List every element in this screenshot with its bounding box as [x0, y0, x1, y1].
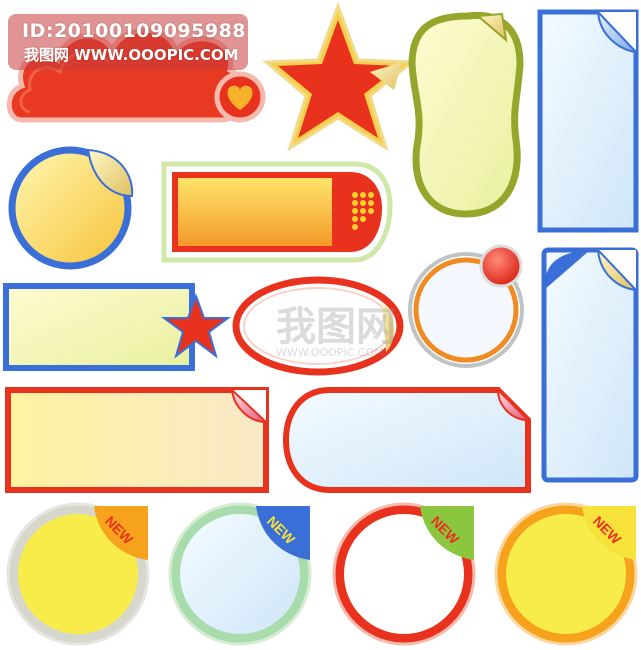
watermark-id-text: ID:20100109095988: [22, 20, 247, 42]
yellow-rect-red: [5, 387, 269, 493]
phone-rect-sticker: [161, 161, 393, 263]
ring-red-ball: [408, 244, 524, 368]
center-url-text: WWW.OOOPIC.COM: [276, 346, 384, 359]
center-watermark: 我图网 WWW.OOOPIC.COM: [276, 304, 396, 359]
star-sticker: [262, 1, 417, 152]
center-logo-text: 我图网: [276, 304, 396, 350]
yellow-circle-blue: [8, 146, 134, 270]
new-circle-yellow: NEW: [6, 502, 150, 646]
new-circle-orange: NEW: [494, 502, 638, 646]
blue-tall-card: [537, 9, 639, 233]
new-circle-blue: NEW: [168, 502, 312, 646]
blue-pill-red: [282, 387, 531, 493]
red-ball-icon: [479, 244, 523, 288]
new-circle-white: NEW: [332, 502, 476, 646]
blue-tall-card-2: [541, 247, 639, 483]
peanut-sticker: [408, 11, 524, 218]
watermark-site-text: 我图网 WWW.OOOPIC.COM: [24, 46, 239, 64]
sticker-sheet: NEW NEW NEW NEW 我图网 WWW.OOOPIC.COM ID:20…: [0, 0, 641, 650]
blue-rect-star: [3, 283, 232, 371]
